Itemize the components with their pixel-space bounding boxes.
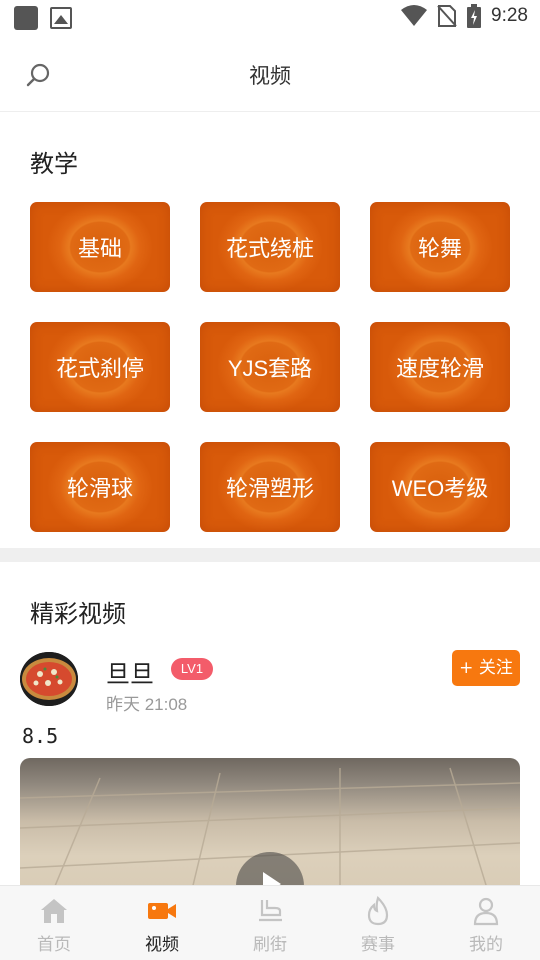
avatar[interactable] [20,652,78,706]
teaching-tile-roller-hockey[interactable]: 轮滑球 [30,442,170,532]
nav-video-label: 视频 [145,935,179,955]
person-icon [473,897,499,926]
bottom-navigation: 首页 视频 刷街 赛事 我的 [0,885,540,960]
featured-section-title: 精彩视频 [30,600,126,628]
wifi-icon [401,5,428,26]
nav-street-label: 刷街 [253,935,287,955]
nav-events[interactable]: 赛事 [324,886,432,960]
status-bar: 9:28 [0,0,540,36]
page-title: 视频 [249,64,291,88]
nav-events-label: 赛事 [361,935,395,955]
top-bar: 视频 [0,36,540,112]
nav-video[interactable]: 视频 [108,886,216,960]
post-timestamp: 昨天 21:08 [106,695,188,714]
video-thumbnail[interactable] [20,758,520,898]
nav-street[interactable]: 刷街 [216,886,324,960]
teaching-tile-shaping[interactable]: 轮滑塑形 [200,442,340,532]
video-icon [148,903,176,919]
home-icon [41,899,67,923]
nav-home-label: 首页 [37,935,71,955]
teaching-tile-dance[interactable]: 轮舞 [370,202,510,292]
teaching-tile-slalom[interactable]: 花式绕桩 [200,202,340,292]
teaching-tile-yjs-routine[interactable]: YJS套路 [200,322,340,412]
level-badge: LV1 [171,658,213,680]
battery-charging-icon [467,4,482,28]
teaching-tile-speed-skating[interactable]: 速度轮滑 [370,322,510,412]
nav-profile[interactable]: 我的 [432,886,540,960]
notification-app-icon [14,6,38,30]
teaching-section-title: 教学 [30,150,78,178]
no-sim-icon [437,5,457,27]
nav-profile-label: 我的 [469,935,503,955]
follow-button[interactable]: + 关注 [452,650,520,686]
flame-icon [367,896,389,926]
teaching-tile-weo-grading[interactable]: WEO考级 [370,442,510,532]
skate-icon [259,900,282,922]
teaching-tile-basics[interactable]: 基础 [30,202,170,292]
clock: 9:28 [491,5,528,26]
image-notification-icon [50,7,72,29]
nav-home[interactable]: 首页 [0,886,108,960]
teaching-tile-slides[interactable]: 花式刹停 [30,322,170,412]
section-divider [0,548,540,562]
post-caption: 8.5 [22,724,59,748]
username[interactable]: 旦旦 [106,654,154,689]
